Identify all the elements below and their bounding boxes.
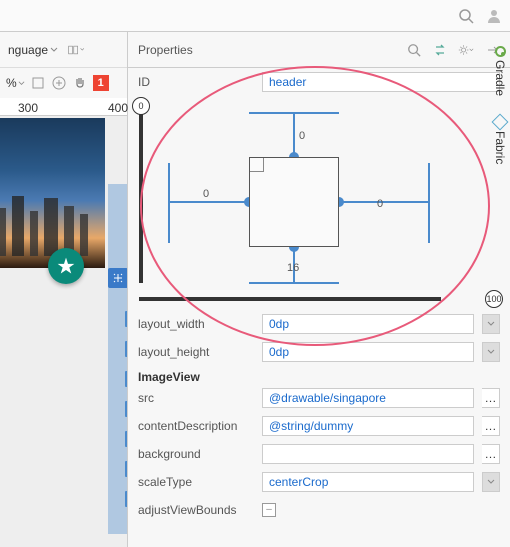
settings-icon[interactable]: [458, 42, 474, 58]
ruler-tick: 400: [108, 101, 128, 115]
slider-knob-end[interactable]: 100: [485, 290, 503, 308]
pan-icon[interactable]: [72, 75, 88, 91]
bias-slider-horizontal[interactable]: [139, 297, 441, 301]
id-field[interactable]: [262, 72, 500, 92]
layout-height-field[interactable]: [262, 342, 474, 362]
layout-editor-panel: nguage % 1 300 400: [0, 32, 128, 547]
top-toolbar: [0, 0, 510, 32]
search-props-icon[interactable]: [406, 42, 422, 58]
dropdown-arrow-icon[interactable]: [482, 342, 500, 362]
more-icon[interactable]: …: [482, 444, 500, 464]
error-badge[interactable]: 1: [93, 75, 109, 91]
id-label: ID: [138, 75, 254, 89]
layout-width-field[interactable]: [262, 314, 474, 334]
layout-width-label: layout_width: [138, 317, 254, 331]
constraint-top-label: 0: [299, 130, 305, 142]
language-dropdown[interactable]: nguage: [4, 41, 62, 59]
design-canvas[interactable]: apore, and rden City, east Asia es one t…: [0, 116, 127, 547]
properties-panel: Properties ID 0 100: [128, 32, 510, 547]
fab-button[interactable]: [48, 248, 84, 284]
blueprint-handles: [125, 311, 127, 547]
section-imageview: ImageView: [128, 366, 510, 384]
src-field[interactable]: [262, 388, 474, 408]
constraint-view-box[interactable]: [249, 157, 339, 247]
scaletype-label: scaleType: [138, 475, 254, 489]
contentdescription-field[interactable]: [262, 416, 474, 436]
swap-icon[interactable]: [432, 42, 448, 58]
panel-title: Properties: [138, 43, 193, 57]
user-icon[interactable]: [486, 8, 502, 24]
scaletype-field[interactable]: [262, 472, 474, 492]
adjustviewbounds-checkbox[interactable]: –: [262, 503, 276, 517]
constraint-right-label: 0: [377, 198, 383, 210]
fabric-icon: [492, 114, 509, 131]
ruler-tick: 300: [18, 101, 38, 115]
dropdown-arrow-icon[interactable]: [482, 314, 500, 334]
search-icon[interactable]: [458, 8, 474, 24]
background-field[interactable]: [262, 444, 474, 464]
editor-toolbar: nguage: [0, 32, 127, 68]
description-text: apore, and rden City, east Asia es one t…: [0, 416, 122, 506]
zoom-fit-icon[interactable]: [30, 75, 46, 91]
side-tool-tabs: Gradle Fabric: [490, 40, 510, 164]
zoom-in-icon[interactable]: [51, 75, 67, 91]
more-icon[interactable]: …: [482, 416, 500, 436]
gradle-icon: [495, 46, 506, 57]
background-label: background: [138, 447, 254, 461]
editor-toolbar-2: % 1: [0, 68, 127, 98]
ruler-horizontal: 300 400: [0, 98, 127, 116]
constraint-bottom-label: 16: [287, 262, 299, 274]
layout-height-label: layout_height: [138, 345, 254, 359]
gradle-tab[interactable]: Gradle: [493, 46, 507, 96]
dropdown-arrow-icon[interactable]: [482, 472, 500, 492]
constraint-left-label: 0: [203, 188, 209, 200]
zoom-dropdown[interactable]: %: [4, 76, 25, 90]
constraint-widget[interactable]: 0 100: [138, 102, 500, 302]
expand-constraints-button[interactable]: [108, 268, 127, 288]
viewmode-icon[interactable]: [68, 42, 84, 58]
adjustviewbounds-label: adjustViewBounds: [138, 503, 254, 517]
contentdescription-label: contentDescription: [138, 419, 254, 433]
header-imageview-preview[interactable]: [0, 118, 105, 268]
fabric-tab[interactable]: Fabric: [493, 116, 507, 164]
src-label: src: [138, 391, 254, 405]
more-icon[interactable]: …: [482, 388, 500, 408]
